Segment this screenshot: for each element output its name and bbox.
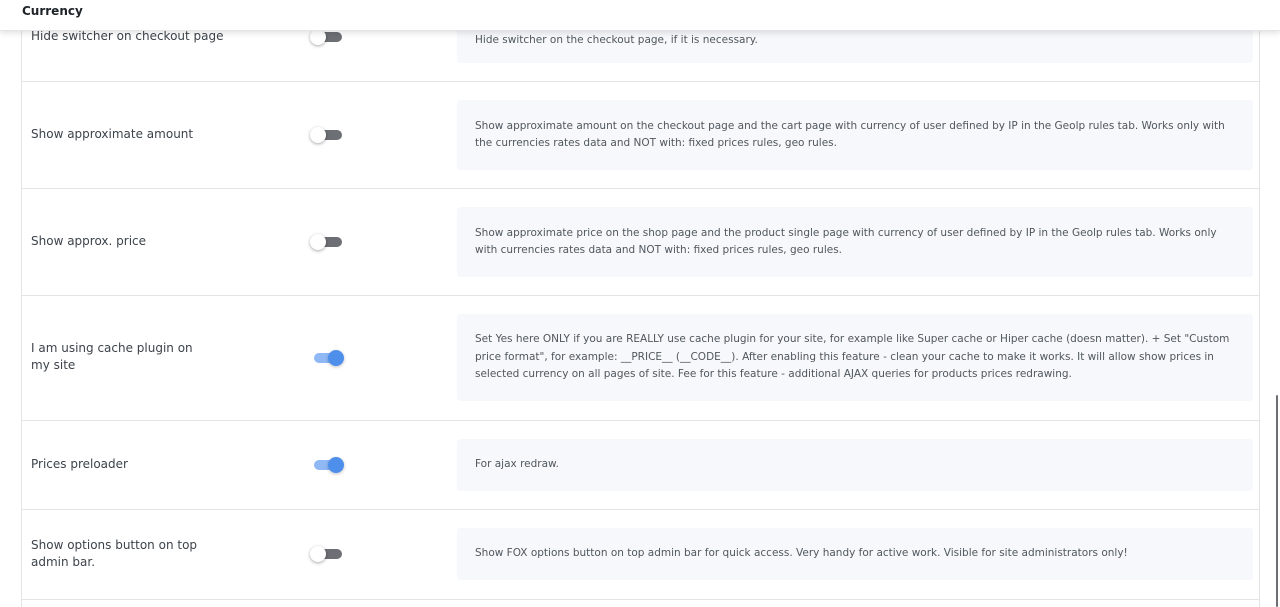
scrollbar-thumb[interactable] bbox=[1276, 395, 1278, 607]
prices-preloader-toggle[interactable] bbox=[314, 457, 344, 473]
setting-description: Show approximate amount on the checkout … bbox=[457, 100, 1253, 170]
setting-row-cache-plugin: I am using cache plugin on my site Set Y… bbox=[22, 296, 1259, 421]
top-header-bar: Currency bbox=[0, 0, 1280, 31]
page-title: Currency bbox=[22, 4, 83, 18]
toggle-knob bbox=[310, 546, 326, 562]
setting-description: For ajax redraw. bbox=[457, 439, 1253, 491]
setting-label: Show approximate amount bbox=[31, 127, 194, 141]
setting-label: I am using cache plugin on my site bbox=[31, 341, 193, 372]
setting-description: Show FOX options button on top admin bar… bbox=[457, 528, 1253, 580]
setting-label: Show options button on top admin bar. bbox=[31, 538, 198, 569]
setting-row-show-approx-price: Show approx. price Show approximate pric… bbox=[22, 189, 1259, 296]
setting-row-show-approximate-amount: Show approximate amount Show approximate… bbox=[22, 82, 1259, 189]
toggle-knob bbox=[328, 457, 344, 473]
toggle-knob bbox=[328, 350, 344, 366]
setting-row-prices-preloader: Prices preloader For ajax redraw. bbox=[22, 421, 1259, 510]
toggle-knob bbox=[310, 29, 326, 45]
setting-row-options-button-admin-bar: Show options button on top admin bar. Sh… bbox=[22, 510, 1259, 600]
toggle-knob bbox=[310, 127, 326, 143]
show-approximate-amount-toggle[interactable] bbox=[310, 127, 342, 143]
toggle-knob bbox=[310, 234, 326, 250]
setting-label: Prices preloader bbox=[31, 457, 128, 471]
hide-switcher-checkout-toggle[interactable] bbox=[310, 29, 342, 45]
setting-description: Show approximate price on the shop page … bbox=[457, 207, 1253, 277]
setting-label: Show approx. price bbox=[31, 234, 147, 248]
show-approx-price-toggle[interactable] bbox=[310, 234, 342, 250]
setting-description: Set Yes here ONLY if you are REALLY use … bbox=[457, 314, 1253, 401]
options-button-admin-bar-toggle[interactable] bbox=[310, 546, 342, 562]
settings-panel: Hide switcher on checkout page Hide swit… bbox=[21, 0, 1260, 607]
cache-plugin-toggle[interactable] bbox=[314, 350, 344, 366]
